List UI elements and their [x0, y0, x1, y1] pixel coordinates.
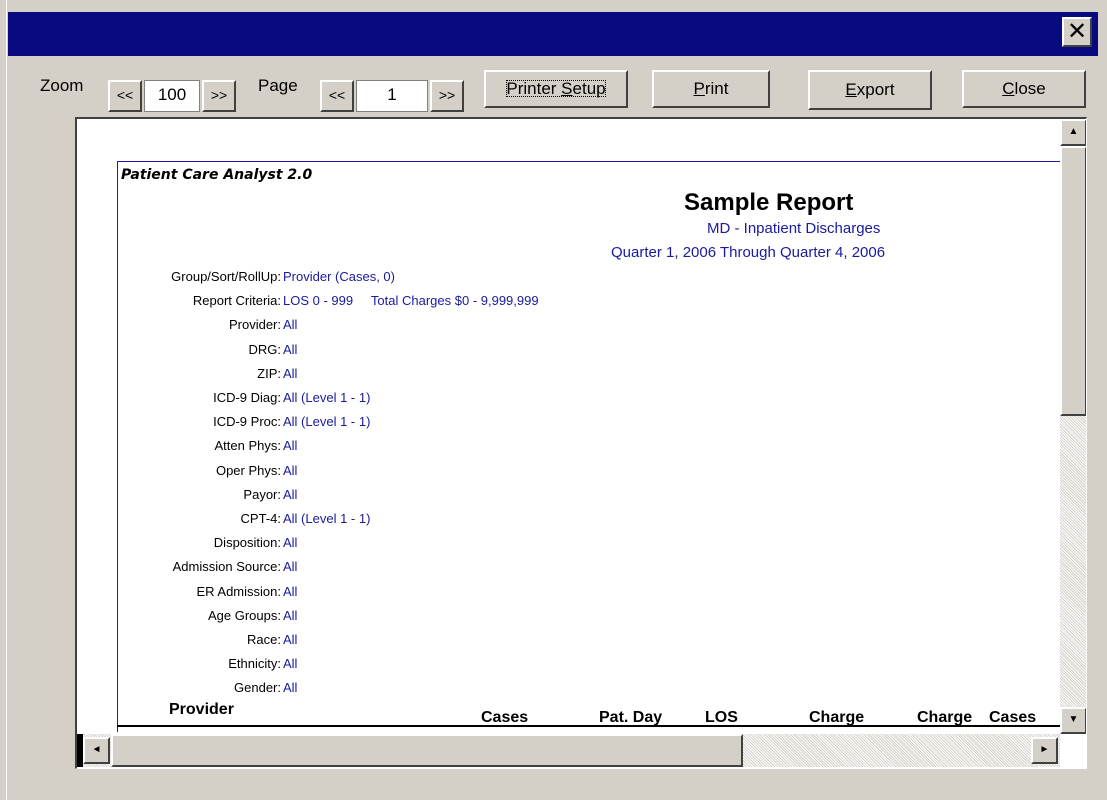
criteria-label: Disposition:: [213, 535, 281, 550]
criteria-label: Age Groups:: [208, 608, 281, 623]
criteria-label: Payor:: [243, 487, 281, 502]
title-bar: ✕: [8, 12, 1098, 56]
export-button[interactable]: Export: [808, 70, 932, 110]
criteria-value: All (Level 1 - 1): [283, 390, 371, 405]
close-icon: ✕: [1066, 17, 1088, 45]
page-number-field[interactable]: 1: [356, 80, 428, 112]
zoom-value-field[interactable]: 100: [144, 80, 200, 112]
print-button[interactable]: Print: [652, 70, 770, 108]
arrow-down-icon: ▼: [1068, 714, 1079, 725]
horizontal-scroll-thumb[interactable]: [111, 734, 743, 767]
zoom-label: Zoom: [40, 76, 84, 95]
criteria-label: Ethnicity:: [228, 656, 281, 671]
criteria-value: All: [283, 535, 298, 550]
criteria-label: Admission Source:: [172, 559, 281, 574]
report-subtitle: MD - Inpatient Discharges: [707, 220, 881, 237]
close-button[interactable]: Close: [962, 70, 1086, 108]
criteria-label: Race:: [247, 632, 281, 647]
window-close-button[interactable]: ✕: [1062, 17, 1092, 47]
horizontal-scrollbar[interactable]: ◄ ►: [77, 734, 1060, 767]
criteria-value: All: [283, 342, 298, 357]
criteria-value: All: [283, 584, 298, 599]
criteria-value: All: [283, 632, 298, 647]
criteria-value: All: [283, 487, 298, 502]
printer-setup-button[interactable]: Printer Setup: [484, 70, 628, 108]
criteria-label: Gender:: [234, 680, 281, 695]
criteria-value: All: [283, 680, 298, 695]
page-next-button[interactable]: >>: [430, 80, 464, 112]
window-left-edge: [0, 0, 7, 800]
criteria-label: CPT-4:: [240, 511, 281, 526]
criteria-value: All: [283, 317, 298, 332]
criteria-label: ICD-9 Proc:: [213, 414, 281, 429]
column-header-rule: [117, 725, 1067, 727]
criteria-value: All: [283, 559, 298, 574]
criteria-label: Oper Phys:: [215, 463, 281, 478]
criteria-value: All (Level 1 - 1): [283, 511, 371, 526]
report-app-name: Patient Care Analyst 2.0: [121, 167, 313, 183]
zoom-in-button[interactable]: >>: [202, 80, 236, 112]
criteria-label: Report Criteria:: [192, 293, 281, 308]
criteria-value: Provider (Cases, 0): [283, 269, 395, 284]
zoom-out-button[interactable]: <<: [108, 80, 142, 112]
criteria-label: Atten Phys:: [214, 438, 281, 453]
criteria-value: All: [283, 463, 298, 478]
criteria-label: DRG:: [248, 342, 282, 357]
scroll-up-button[interactable]: ▲: [1060, 119, 1086, 146]
criteria-value: All: [283, 438, 298, 453]
page-label: Page: [258, 76, 298, 95]
scroll-right-button[interactable]: ►: [1031, 737, 1058, 764]
criteria-value: All: [283, 608, 298, 623]
page-prev-button[interactable]: <<: [320, 80, 354, 112]
criteria-label: Provider:: [228, 317, 281, 332]
scroll-down-button[interactable]: ▼: [1060, 707, 1086, 734]
criteria-value: All: [283, 366, 298, 381]
column-header-provider: Provider: [169, 701, 234, 718]
arrow-right-icon: ►: [1039, 744, 1050, 755]
arrow-left-icon: ◄: [91, 744, 102, 755]
vertical-scrollbar[interactable]: ▲ ▼: [1060, 119, 1086, 734]
criteria-label: ZIP:: [257, 366, 281, 381]
criteria-value: All: [283, 656, 298, 671]
scroll-left-button[interactable]: ◄: [83, 737, 110, 764]
vertical-scroll-thumb[interactable]: [1060, 146, 1086, 416]
criteria-value: LOS 0 - 999 Total Charges $0 - 9,999,999: [283, 293, 539, 308]
criteria-label: ICD-9 Diag:: [213, 390, 281, 405]
criteria-label: Group/Sort/RollUp:: [171, 269, 281, 284]
printer-setup-label: Printer Setup: [503, 77, 608, 100]
report-preview-pane[interactable]: Patient Care Analyst 2.0 Sample Report M…: [75, 117, 1087, 769]
report-period: Quarter 1, 2006 Through Quarter 4, 2006: [611, 244, 886, 261]
arrow-up-icon: ▲: [1068, 126, 1079, 137]
criteria-value: All (Level 1 - 1): [283, 414, 371, 429]
criteria-label: ER Admission:: [196, 584, 281, 599]
report-preview-window: ✕ Zoom << 100 >> Page << 1 >> Printer Se…: [0, 0, 1107, 800]
report-title: Sample Report: [684, 189, 854, 216]
